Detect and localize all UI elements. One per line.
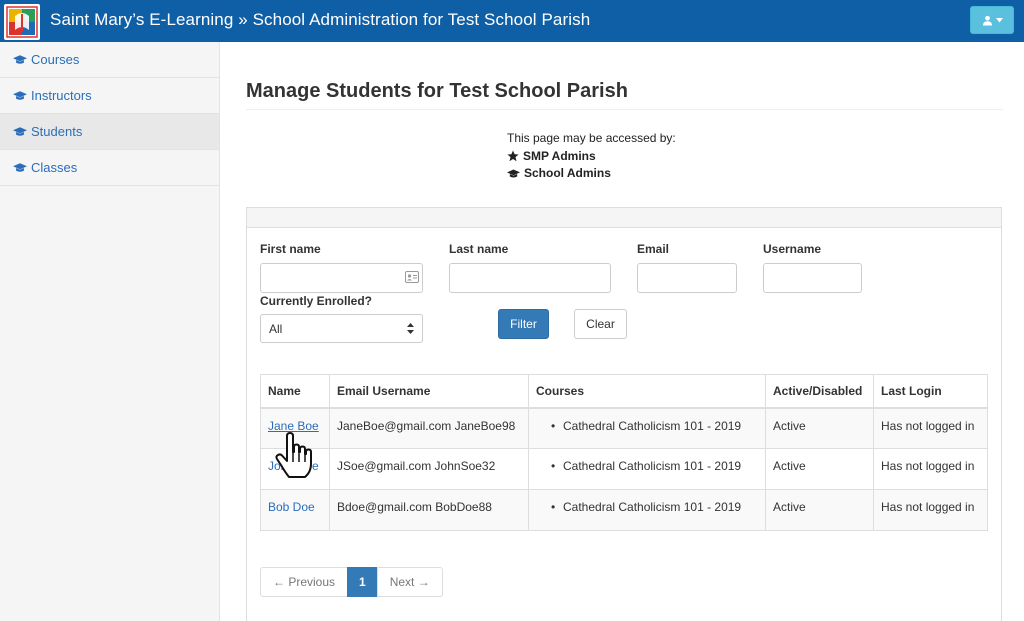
school-logo-icon[interactable]: [4, 4, 40, 40]
graduation-cap-icon: [13, 126, 27, 136]
sidebar-item-label: Students: [31, 124, 83, 139]
enrolled-select[interactable]: All: [260, 314, 423, 343]
column-header-email-username[interactable]: Email Username: [329, 374, 529, 409]
first-name-input[interactable]: [260, 263, 423, 293]
sidebar-item-students[interactable]: Students: [0, 114, 219, 150]
email-label: Email: [637, 242, 670, 256]
email-username-cell: Bdoe@gmail.com BobDoe88: [329, 489, 529, 531]
filter-button[interactable]: Filter: [498, 309, 549, 339]
column-header-last-login[interactable]: Last Login: [873, 374, 988, 409]
graduation-cap-icon: [507, 169, 520, 178]
graduation-cap-icon: [13, 90, 27, 100]
students-table: Name Email Username Courses Active/Disab…: [260, 374, 988, 531]
app-title[interactable]: Saint Mary’s E-Learning » School Adminis…: [50, 10, 590, 30]
sidebar-item-classes[interactable]: Classes: [0, 150, 219, 186]
access-info: This page may be accessed by: SMP Admins…: [507, 130, 676, 183]
sidebar-item-label: Classes: [31, 160, 78, 175]
table-header-row: Name Email Username Courses Active/Disab…: [260, 374, 988, 409]
courses-cell: Cathedral Catholicism 101 - 2019: [528, 489, 766, 531]
access-role-label: School Admins: [524, 166, 611, 180]
column-header-courses[interactable]: Courses: [528, 374, 766, 409]
graduation-cap-icon: [13, 54, 27, 64]
clear-button[interactable]: Clear: [574, 309, 627, 339]
hand-pointer-icon: [275, 432, 312, 478]
last-login-cell: Has not logged in: [873, 407, 988, 449]
enrolled-select-value: All: [269, 321, 283, 336]
table-row: Bob Doe Bdoe@gmail.com BobDoe88 Cathedra…: [260, 489, 988, 531]
caret-down-icon: [995, 17, 1003, 22]
access-role-smp-admins: SMP Admins: [507, 148, 676, 166]
last-login-cell: Has not logged in: [873, 448, 988, 490]
enrolled-label: Currently Enrolled?: [260, 294, 373, 308]
email-username-cell: JSoe@gmail.com JohnSoe32: [329, 448, 529, 490]
contact-card-icon: [405, 271, 419, 283]
status-cell: Active: [765, 407, 874, 449]
email-username-cell: JaneBoe@gmail.com JaneBoe98: [329, 407, 529, 449]
courses-cell: Cathedral Catholicism 101 - 2019: [528, 448, 766, 490]
star-icon: [507, 150, 519, 162]
access-intro: This page may be accessed by:: [507, 131, 676, 145]
user-icon: [982, 15, 992, 26]
sidebar-item-label: Courses: [31, 52, 80, 67]
last-login-cell: Has not logged in: [873, 489, 988, 531]
sidebar-item-label: Instructors: [31, 88, 92, 103]
column-header-status[interactable]: Active/Disabled: [765, 374, 874, 409]
pagination-page-current[interactable]: 1: [347, 567, 378, 597]
student-name-link[interactable]: Bob Doe: [268, 500, 315, 514]
courses-cell: Cathedral Catholicism 101 - 2019: [528, 407, 766, 449]
graduation-cap-icon: [13, 162, 27, 172]
panel-heading: [247, 208, 1001, 228]
course-list-item: Cathedral Catholicism 101 - 2019: [536, 459, 758, 473]
pagination: ← Previous 1 Next →: [260, 567, 443, 597]
student-name-link[interactable]: Jane Boe: [268, 419, 319, 433]
name-cell: Bob Doe: [260, 489, 330, 531]
sidebar-item-instructors[interactable]: Instructors: [0, 78, 219, 114]
select-arrows-icon: [407, 323, 414, 334]
last-name-input[interactable]: [449, 263, 611, 293]
column-header-name[interactable]: Name: [260, 374, 330, 409]
status-cell: Active: [765, 489, 874, 531]
pagination-next[interactable]: Next →: [376, 567, 443, 597]
top-navbar: Saint Mary’s E-Learning » School Adminis…: [0, 0, 1024, 42]
course-list-item: Cathedral Catholicism 101 - 2019: [536, 500, 758, 514]
first-name-label: First name: [260, 242, 321, 256]
email-input[interactable]: [637, 263, 737, 293]
username-input[interactable]: [763, 263, 862, 293]
sidebar-item-courses[interactable]: Courses: [0, 42, 219, 78]
access-role-label: SMP Admins: [523, 148, 596, 163]
students-panel: First name Last name Email Username Curr…: [246, 207, 1002, 621]
status-cell: Active: [765, 448, 874, 490]
sidebar: Courses Instructors Students Classes: [0, 42, 220, 621]
access-role-school-admins: School Admins: [507, 165, 676, 183]
table-row: Jane Boe JaneBoe@gmail.com JaneBoe98 Cat…: [260, 407, 988, 449]
user-menu-button[interactable]: [970, 6, 1014, 34]
username-label: Username: [763, 242, 822, 256]
course-list-item: Cathedral Catholicism 101 - 2019: [536, 419, 758, 433]
table-row: John Soe JSoe@gmail.com JohnSoe32 Cathed…: [260, 448, 988, 490]
last-name-label: Last name: [449, 242, 509, 256]
page-title: Manage Students for Test School Parish: [246, 80, 628, 102]
pagination-previous[interactable]: ← Previous: [260, 567, 349, 597]
title-divider: [246, 109, 1003, 110]
